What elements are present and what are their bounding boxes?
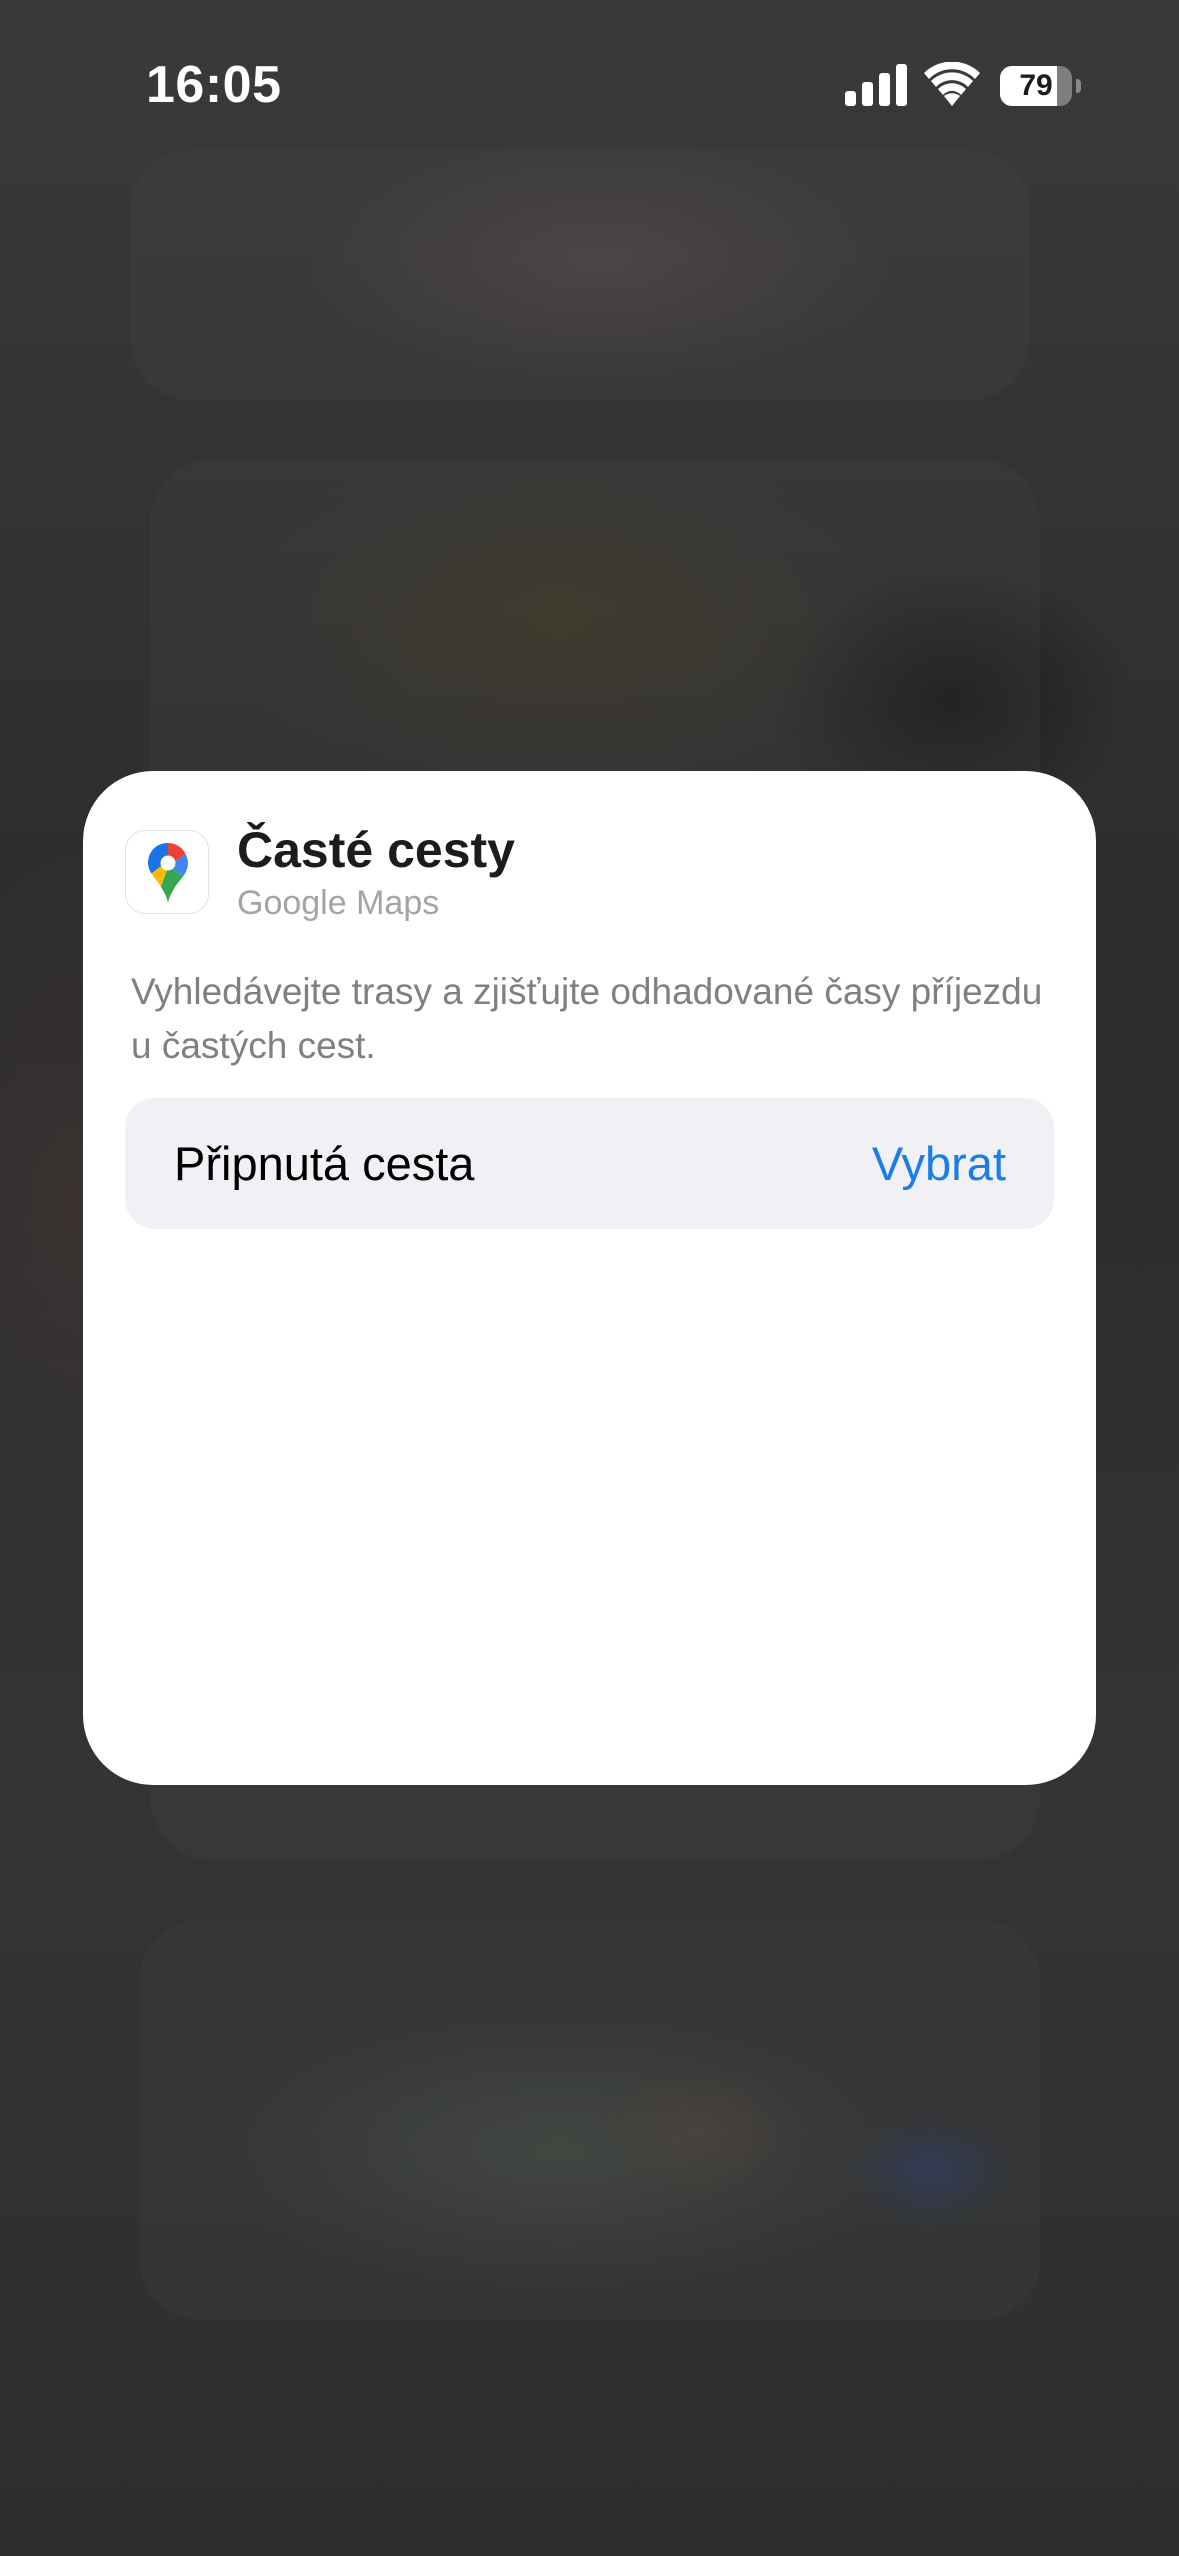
widget-description: Vyhledávejte trasy a zjišťujte odhadovan… xyxy=(131,971,1043,1066)
google-maps-pin-icon xyxy=(125,830,209,914)
battery-icon: 79 xyxy=(1000,66,1081,106)
pinned-route-label: Připnutá cesta xyxy=(174,1137,475,1190)
choose-route-button[interactable]: Vybrat xyxy=(872,1098,1006,1229)
background-widget-top xyxy=(130,150,1030,400)
status-bar: 16:05 79 xyxy=(0,0,1179,170)
battery-cap xyxy=(1076,79,1081,93)
wifi-icon xyxy=(924,62,980,106)
battery-level: 79 xyxy=(1019,69,1053,102)
pinned-route-row[interactable]: Připnutá cesta Vybrat xyxy=(125,1098,1054,1229)
status-time: 16:05 xyxy=(146,56,282,114)
battery-body: 79 xyxy=(1000,66,1072,106)
signal-icon xyxy=(845,64,907,106)
background-widget-bottom xyxy=(140,1920,1040,2320)
widget-title: Časté cesty xyxy=(237,822,515,878)
widget-config-card: Časté cesty Google Maps Vyhledávejte tra… xyxy=(83,771,1096,1785)
widget-app-name: Google Maps xyxy=(237,884,440,922)
